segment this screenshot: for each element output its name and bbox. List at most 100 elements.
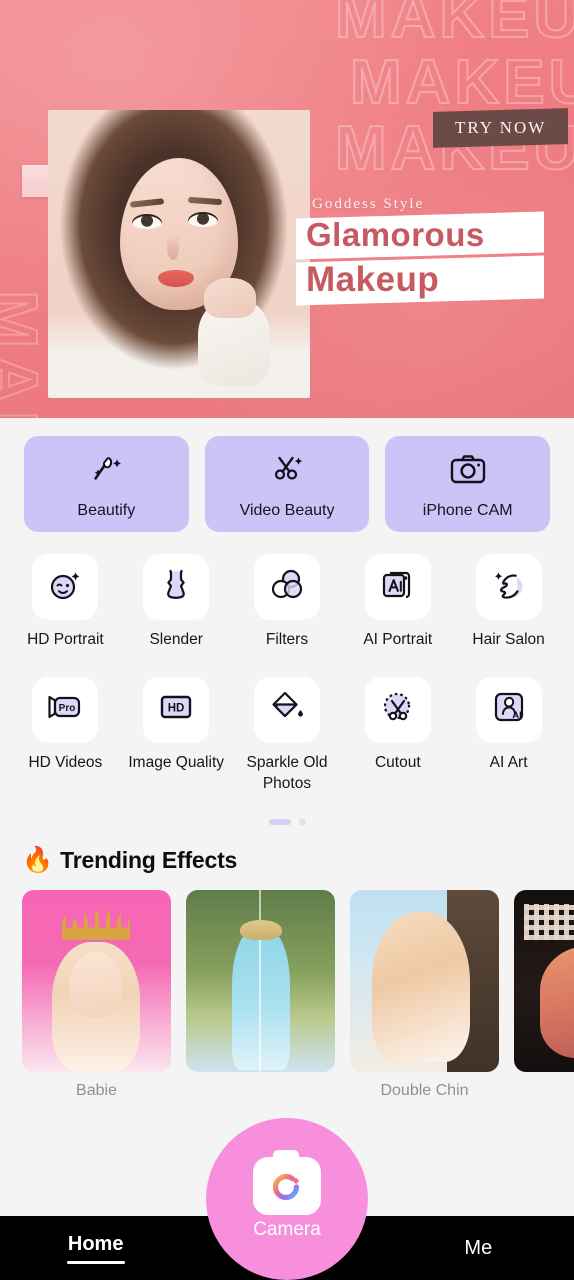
effect-thumbnail [22, 889, 171, 1072]
banner-model-photo [48, 110, 310, 398]
effect-thumbnail [186, 889, 335, 1072]
banner-ghost-word: MAKEUP [349, 48, 574, 117]
model-eye-left [132, 214, 162, 229]
dotted-scissors-icon [377, 686, 419, 733]
pagination-dot-active[interactable] [268, 818, 291, 825]
banner-title-line-1: Glamorous [296, 211, 544, 260]
flame-icon: 🔥 [22, 845, 54, 874]
nav-item-label: Me [464, 1236, 493, 1259]
dress-icon [156, 564, 196, 611]
nav-item-home[interactable]: Home [0, 1216, 191, 1280]
camera-fab-button[interactable]: Camera [206, 1118, 368, 1280]
model-hand [198, 278, 270, 386]
ai-portrait-frame-icon: AI [488, 686, 530, 733]
svg-text:AI: AI [512, 710, 522, 721]
before-after-divider [259, 889, 261, 1072]
effect-card[interactable]: Cut [514, 889, 574, 1100]
banner-ghost-word-left: MAKEUP [0, 289, 53, 418]
tool-tile [364, 554, 431, 620]
banner-promo-text: Goddess Style Glamorous Makeup [296, 196, 544, 306]
tool-label: Hair Salon [472, 631, 545, 648]
tool-ai-art[interactable]: AI AI Art [453, 676, 564, 795]
three-circles-icon [266, 564, 308, 611]
nav-item-me[interactable]: Me [383, 1216, 574, 1280]
banner-title-line-2: Makeup [296, 255, 544, 306]
tool-tile: AI [475, 676, 542, 743]
tool-tile [253, 554, 320, 620]
tool-tile [143, 554, 210, 620]
model-eye-right [188, 212, 218, 227]
try-now-label: TRY NOW [454, 118, 546, 137]
tool-label: HD Portrait [27, 631, 104, 648]
effect-face [69, 951, 123, 1018]
pro-camcorder-icon: Pro [43, 687, 87, 732]
tool-slender[interactable]: Slender [121, 554, 232, 651]
tool-label: Filters [265, 631, 309, 648]
svg-text:Pro: Pro [59, 703, 76, 714]
svg-text:HD: HD [168, 703, 185, 715]
effect-thumbnail [350, 889, 499, 1072]
nav-active-underline [66, 1260, 125, 1264]
tool-label: HD Videos [28, 753, 103, 771]
tool-label: Slender [149, 631, 203, 648]
model-nose [167, 234, 179, 260]
feature-card-label: Video Beauty [239, 501, 335, 519]
winking-face-icon [44, 564, 86, 611]
feature-card-iphone-cam[interactable]: iPhone CAM [385, 436, 551, 532]
tool-image-quality[interactable]: HD Image Quality [121, 676, 232, 795]
effect-card[interactable]: Double Chin [350, 889, 499, 1100]
nav-item-label: Home [67, 1232, 124, 1255]
magic-wand-icon [86, 449, 126, 494]
tool-tile: HD [143, 676, 210, 743]
banner-title-line-2-text: Makeup [306, 260, 440, 299]
banner-ghost-word: MAKEUP [334, 0, 574, 51]
tool-cutout[interactable]: Cutout [342, 676, 453, 795]
trending-effects-carousel[interactable]: Babie Double Chin Cut [0, 874, 574, 1100]
feature-card-label: Beautify [77, 501, 136, 519]
trending-effects-title: Trending Effects [60, 846, 238, 873]
tool-tile: Pro [32, 676, 99, 743]
banner-eyebrow: Goddess Style [312, 196, 425, 212]
feature-card-label: iPhone CAM [422, 501, 513, 519]
banner-title-line-1-text: Glamorous [306, 216, 485, 253]
tool-hd-portrait[interactable]: HD Portrait [10, 554, 121, 651]
trending-effects-header: 🔥 Trending Effects [0, 825, 574, 874]
tool-tile [253, 676, 320, 743]
camera-icon [253, 1150, 321, 1215]
tool-hd-videos[interactable]: Pro HD Videos [10, 676, 121, 795]
tool-tile [32, 554, 99, 620]
tool-tile [364, 676, 431, 743]
feature-card-beautify[interactable]: Beautify [24, 436, 189, 532]
tools-grid-row-1: HD Portrait Slender Filters AI Portrait … [0, 532, 574, 651]
tool-label: Sparkle Old Photos [246, 753, 328, 792]
tool-tile [475, 554, 542, 620]
camera-icon [447, 449, 489, 494]
effect-label: Babie [76, 1081, 117, 1099]
effect-label: Double Chin [380, 1081, 469, 1099]
promo-banner[interactable]: MAKEUP MAKEUP MAKEUP MAKEUP AFTER Goddes… [0, 0, 574, 418]
hair-swirl-icon [488, 564, 530, 611]
effect-thumbnail [514, 889, 574, 1072]
main-content: Beautify Video Beauty iPhone CAM HD Port… [0, 418, 574, 1104]
effect-card[interactable]: Babie [22, 889, 171, 1100]
camera-fab-label: Camera [253, 1219, 321, 1240]
tool-label: Image Quality [128, 753, 225, 771]
tool-label: AI Portrait [363, 631, 433, 648]
tools-grid-row-2: Pro HD Videos HD Image Quality Sparkle O… [0, 651, 574, 795]
tool-filters[interactable]: Filters [232, 554, 343, 651]
tool-label: Cutout [374, 753, 421, 771]
effect-label: Cut [514, 1082, 574, 1100]
paint-bucket-icon [266, 686, 308, 733]
hd-badge-icon: HD [155, 687, 197, 732]
tool-label: AI Art [489, 753, 528, 771]
tool-hair-salon[interactable]: Hair Salon [453, 554, 564, 651]
feature-card-row: Beautify Video Beauty iPhone CAM [0, 418, 574, 532]
effect-card[interactable] [186, 889, 335, 1100]
feature-card-video-beauty[interactable]: Video Beauty [204, 436, 370, 532]
tool-sparkle-old-photos[interactable]: Sparkle Old Photos [232, 676, 343, 795]
scissors-sparkle-icon [267, 449, 307, 494]
tool-ai-portrait[interactable]: AI Portrait [342, 554, 453, 651]
try-now-button[interactable]: TRY NOW [432, 108, 568, 148]
pagination-dot[interactable] [298, 818, 306, 825]
ai-photo-stack-icon [377, 564, 419, 611]
